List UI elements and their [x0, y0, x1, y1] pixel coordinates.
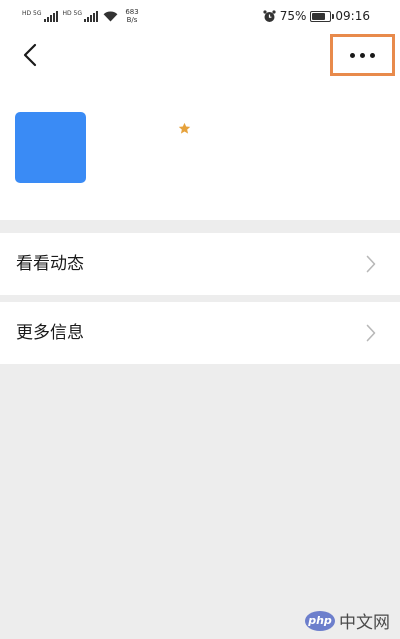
signal-icon: HD 5G [22, 9, 58, 22]
wifi-icon [103, 11, 118, 22]
watermark-text: 中文网 [339, 613, 390, 633]
status-bar-left: HD 5G HD 5G 683 B/s [22, 7, 141, 25]
avatar[interactable] [15, 112, 86, 183]
network-speed-value: 683 [125, 8, 139, 16]
more-dots-icon [350, 52, 355, 58]
status-bar-right: 75% 09:16 [263, 8, 370, 24]
chevron-right-icon [366, 255, 376, 273]
network-speed-unit: B/s [126, 16, 138, 24]
list-item-more-info[interactable]: 更多信息 [0, 302, 400, 364]
sim2-label: HD 5G [62, 9, 83, 17]
list-item-label: 看看动态 [16, 254, 84, 274]
signal-icon: HD 5G [62, 9, 99, 22]
status-bar: HD 5G HD 5G 683 B/s 75% 09:16 [0, 0, 400, 32]
network-speed: 683 B/s [123, 8, 141, 24]
back-button[interactable] [16, 40, 44, 70]
profile-header [0, 32, 400, 220]
battery-icon [310, 10, 335, 22]
sim1-label: HD 5G [22, 9, 42, 17]
clock-time: 09:16 [335, 9, 370, 23]
list-item-label: 更多信息 [16, 323, 84, 343]
chevron-left-icon [23, 43, 37, 67]
list-item-moments[interactable]: 看看动态 [0, 233, 400, 295]
battery-percent: 75% [279, 9, 307, 23]
chevron-right-icon [366, 324, 376, 342]
watermark: php 中文网 [305, 608, 390, 633]
more-options-button[interactable] [330, 34, 395, 76]
star-icon [178, 122, 191, 134]
watermark-logo: php [305, 610, 335, 631]
alarm-icon [263, 9, 276, 22]
